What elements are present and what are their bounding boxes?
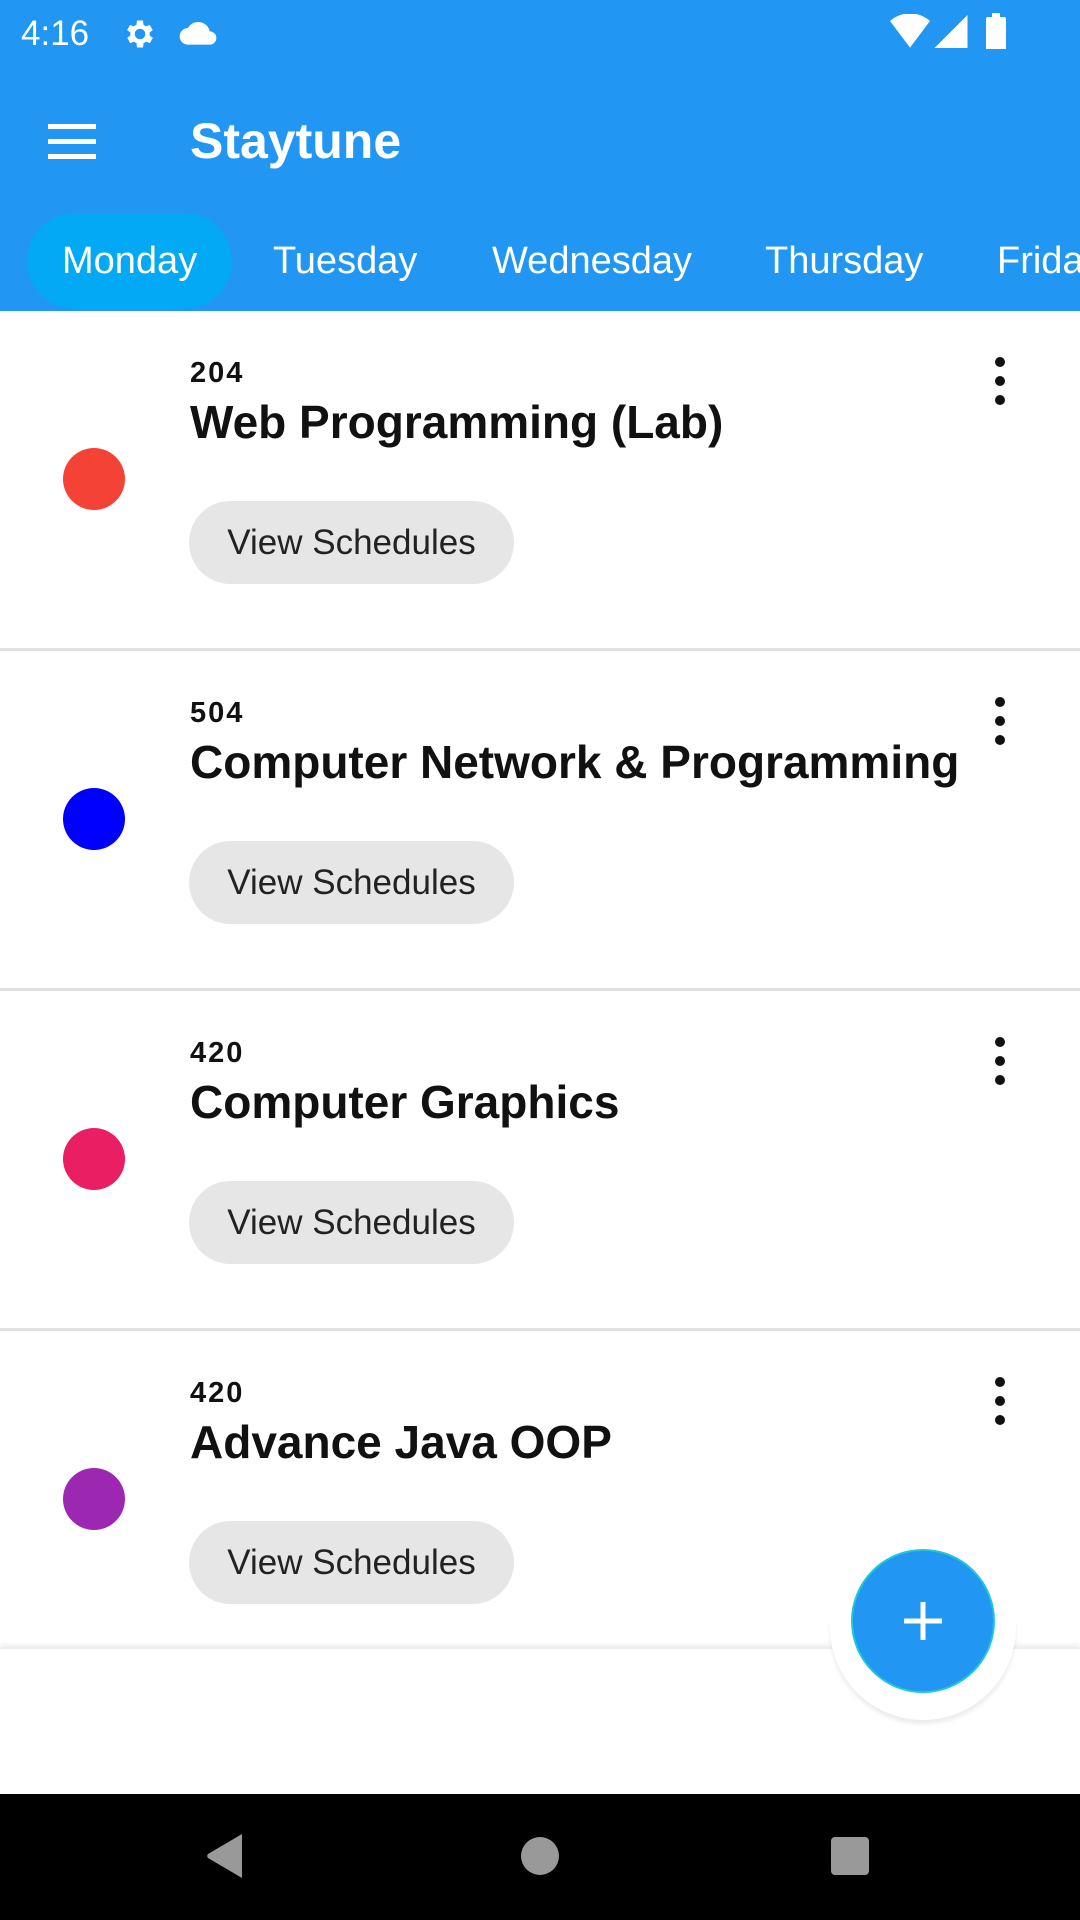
signal-icon <box>934 15 968 48</box>
view-schedules-button[interactable]: View Schedules <box>189 841 514 924</box>
navigation-bar <box>0 1794 1080 1920</box>
gear-icon <box>127 20 153 48</box>
view-schedules-button[interactable]: View Schedules <box>189 1521 514 1604</box>
color-dot <box>63 1128 125 1190</box>
tab-thursday[interactable]: Thursday <box>730 213 958 309</box>
more-options-icon[interactable] <box>980 351 1020 411</box>
app-bar: Staytune <box>0 76 1080 208</box>
day-tabs: Monday Tuesday Wednesday Thursday Frida <box>0 208 1080 311</box>
add-course-button[interactable] <box>851 1549 995 1693</box>
view-schedules-button[interactable]: View Schedules <box>189 1181 514 1264</box>
course-title: Computer Network & Programming <box>190 736 960 788</box>
status-time: 4:16 <box>21 14 90 53</box>
room-number: 504 <box>190 697 245 729</box>
color-dot <box>63 788 125 850</box>
tab-tuesday[interactable]: Tuesday <box>238 213 452 309</box>
battery-icon <box>986 13 1006 49</box>
wifi-icon <box>890 14 930 48</box>
hamburger-menu-icon[interactable] <box>40 116 102 168</box>
room-number: 420 <box>190 1377 245 1409</box>
recents-icon[interactable] <box>831 1837 869 1875</box>
course-item[interactable]: 504 Computer Network & Programming View … <box>0 651 1080 991</box>
more-options-icon[interactable] <box>980 1371 1020 1431</box>
tab-monday[interactable]: Monday <box>27 213 233 309</box>
tab-friday[interactable]: Frida <box>962 213 1080 309</box>
room-number: 204 <box>190 357 245 389</box>
tab-wednesday[interactable]: Wednesday <box>457 213 727 309</box>
room-number: 420 <box>190 1037 245 1069</box>
cloud-icon <box>179 21 217 45</box>
more-options-icon[interactable] <box>980 1031 1020 1091</box>
more-options-icon[interactable] <box>980 691 1020 751</box>
course-title: Advance Java OOP <box>190 1416 612 1468</box>
color-dot <box>63 448 125 510</box>
home-icon[interactable] <box>521 1837 559 1875</box>
course-item[interactable]: 420 Computer Graphics View Schedules <box>0 991 1080 1331</box>
app-title: Staytune <box>190 113 402 169</box>
color-dot <box>63 1468 125 1530</box>
back-icon[interactable] <box>206 1834 244 1878</box>
view-schedules-button[interactable]: View Schedules <box>189 501 514 584</box>
status-bar: 4:16 <box>0 0 1080 76</box>
course-title: Computer Graphics <box>190 1076 620 1128</box>
course-item[interactable]: 204 Web Programming (Lab) View Schedules <box>0 311 1080 651</box>
course-title: Web Programming (Lab) <box>190 396 724 448</box>
